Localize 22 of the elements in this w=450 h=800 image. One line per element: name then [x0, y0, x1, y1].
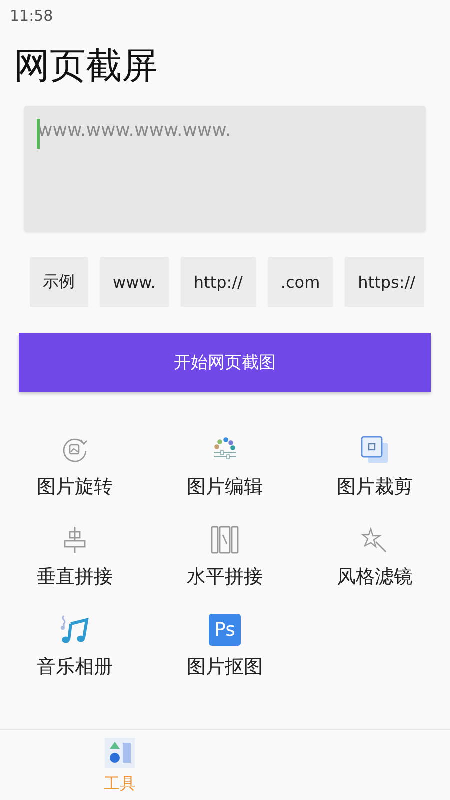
prefix-chip[interactable]: http:// — [180, 257, 256, 307]
crop-icon[interactable] — [359, 434, 391, 466]
tool-label[interactable]: 图片裁剪 — [337, 474, 413, 500]
prefix-chip[interactable]: .com — [268, 257, 334, 307]
shapes-icon — [105, 738, 135, 768]
ps-logo-icon[interactable]: Ps — [209, 614, 241, 646]
prefix-chip[interactable]: https:// — [345, 257, 424, 307]
page-title: 网页截屏 — [14, 45, 159, 89]
prefix-chip[interactable]: 示例 — [30, 257, 88, 307]
tool-label[interactable]: 音乐相册 — [37, 654, 113, 680]
tool-label[interactable]: 风格滤镜 — [337, 564, 413, 590]
music-note-icon[interactable] — [59, 614, 91, 646]
tool-label[interactable]: 图片编辑 — [187, 474, 263, 500]
tool-label[interactable]: 水平拼接 — [187, 564, 263, 590]
start-capture-button[interactable]: 开始网页截图 — [19, 333, 431, 392]
tool-label[interactable]: 图片抠图 — [187, 654, 263, 680]
tool-label[interactable]: 图片旋转 — [37, 474, 113, 500]
columns-icon[interactable] — [209, 524, 241, 556]
status-time: 11:58 — [10, 7, 54, 25]
tool-label[interactable]: 垂直拼接 — [37, 564, 113, 590]
prefix-chip[interactable]: www. — [100, 257, 169, 307]
url-input-field[interactable]: www.www.www.www. — [24, 106, 426, 232]
